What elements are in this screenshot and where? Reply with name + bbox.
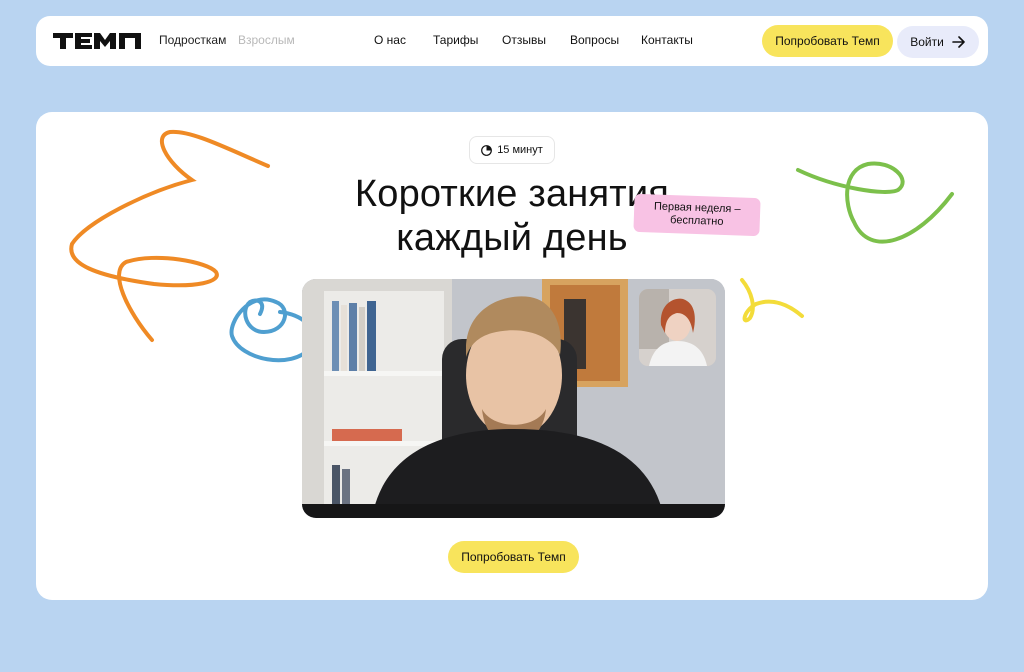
nav-contacts[interactable]: Контакты (641, 33, 693, 47)
duration-label: 15 минут (497, 144, 543, 156)
login-button[interactable]: Войти (897, 26, 979, 58)
temp-logo[interactable] (53, 29, 143, 53)
site-header: Подросткам Взрослым О нас Тарифы Отзывы … (36, 16, 988, 66)
hero-section: 15 минут Короткие занятия каждый день Пе… (36, 112, 988, 600)
arrow-right-icon (951, 36, 965, 48)
tutor-video-thumbnail[interactable] (639, 289, 716, 366)
hero-title: Короткие занятия каждый день (36, 172, 988, 260)
nav-tariffs[interactable]: Тарифы (433, 33, 478, 47)
audience-teen-link[interactable]: Подросткам (159, 33, 226, 47)
yellow-squiggle (740, 278, 804, 323)
nav-about[interactable]: О нас (374, 33, 406, 47)
audience-adult-link[interactable]: Взрослым (238, 33, 295, 47)
nav-reviews[interactable]: Отзывы (502, 33, 546, 47)
duration-pill: 15 минут (469, 136, 555, 164)
hero-title-line1: Короткие занятия (354, 173, 670, 215)
try-temp-header-button[interactable]: Попробовать Темп (762, 25, 893, 57)
clock-icon (481, 144, 493, 156)
hero-title-line2: каждый день (396, 217, 628, 259)
free-week-badge: Первая неделя – бесплатно (633, 193, 761, 237)
login-label: Войти (910, 35, 944, 49)
lesson-video-preview[interactable] (302, 279, 725, 518)
nav-questions[interactable]: Вопросы (570, 33, 619, 47)
try-temp-hero-button[interactable]: Попробовать Темп (448, 541, 579, 573)
